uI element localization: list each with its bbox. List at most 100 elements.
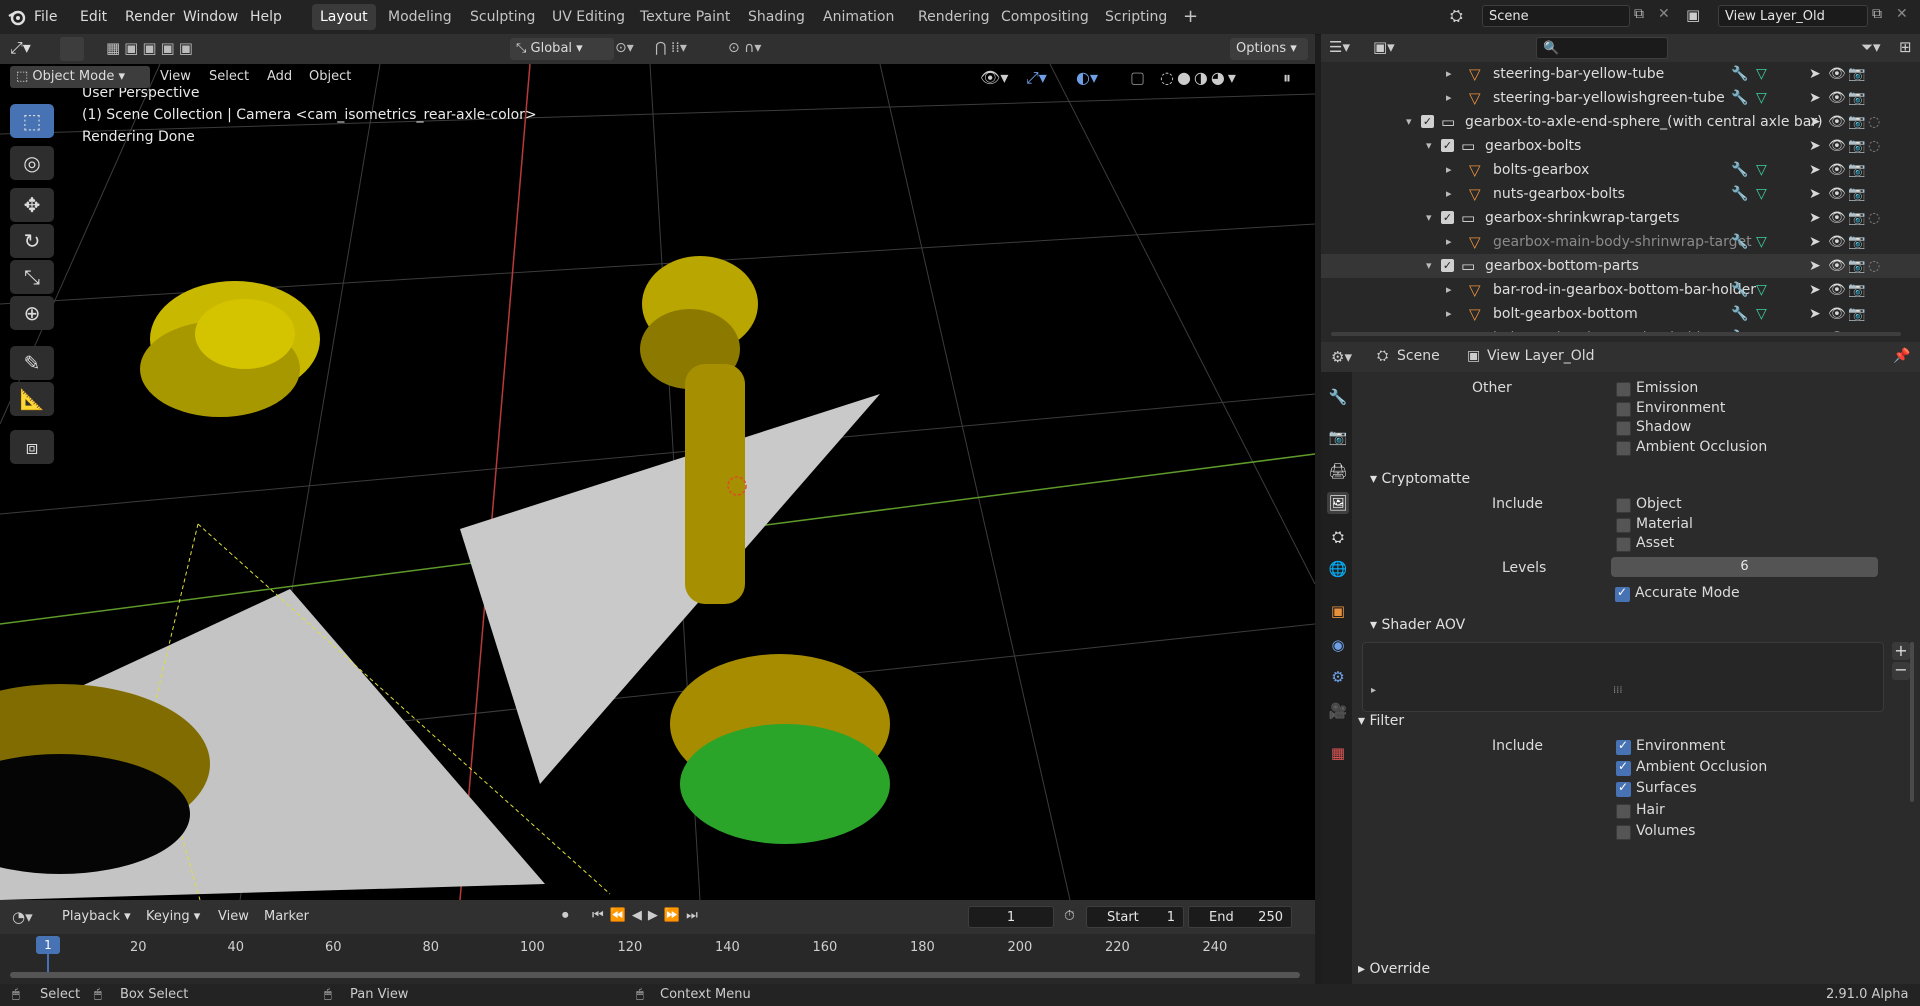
annotate-tool[interactable]: ✎ — [10, 346, 54, 380]
menu-edit[interactable]: Edit — [80, 0, 107, 34]
levels-slider[interactable]: 6 — [1611, 557, 1878, 577]
chevron-down-icon[interactable]: ▾ — [1426, 136, 1432, 156]
timeline-scrollbar[interactable] — [10, 972, 1300, 978]
snap-icon[interactable]: ⋂ ⁞⁞▾ — [655, 40, 687, 56]
other-checkbox[interactable]: Shadow — [1616, 419, 1836, 437]
outliner-row[interactable]: ▸ ▽ bolts-gearbox 🔧 ▽ ➤ 👁 📷 — [1321, 158, 1920, 182]
physics-tab-icon[interactable]: ◉ — [1327, 634, 1349, 656]
modifier-icon[interactable]: 🔧 — [1731, 62, 1748, 86]
outliner-scrollbar[interactable] — [1331, 332, 1901, 336]
tab-scripting[interactable]: Scripting — [1097, 4, 1175, 30]
options-dropdown[interactable]: Options ▾ — [1230, 38, 1308, 60]
tab-sculpting[interactable]: Sculpting — [462, 4, 543, 30]
expand-icon[interactable]: ▸ — [1371, 685, 1376, 696]
camera-render-icon[interactable]: 📷 — [1848, 182, 1865, 206]
holdout-icon[interactable]: ◌ — [1868, 110, 1880, 134]
chevron-right-icon[interactable]: ▸ — [1446, 232, 1452, 252]
holdout-icon[interactable]: ◌ — [1868, 134, 1880, 158]
playback-controls-icons[interactable]: ⏮⏪◀▶⏩⏭ — [592, 908, 704, 923]
chevron-right-icon[interactable]: ▸ — [1446, 88, 1452, 108]
exclude-checkbox[interactable]: ✓ — [1441, 139, 1454, 152]
chevron-right-icon[interactable]: ▸ — [1446, 280, 1452, 300]
eye-icon[interactable]: 👁 — [1828, 254, 1846, 278]
resize-handle-icon[interactable]: ⁞⁞⁞ — [1613, 685, 1623, 696]
selectable-icon[interactable]: ➤ — [1809, 278, 1821, 302]
object-tab-icon[interactable]: ▣ — [1327, 600, 1349, 622]
chevron-right-icon[interactable]: ▸ — [1446, 64, 1452, 84]
outliner-row[interactable]: ▾ ✓ ▭ gearbox-bolts ➤ 👁 📷 ◌ — [1321, 134, 1920, 158]
holdout-icon[interactable]: ◌ — [1868, 254, 1880, 278]
visibility-icon[interactable]: 👁▾ — [980, 68, 1008, 87]
mesh-data-icon[interactable]: ▽ — [1756, 86, 1767, 110]
selectable-icon[interactable]: ➤ — [1809, 302, 1821, 326]
view-layer-icon[interactable]: ▣ — [1686, 6, 1700, 24]
select-tool-icon[interactable] — [60, 37, 84, 61]
object-mode-dropdown[interactable]: ⬚ Object Mode ▾ — [10, 66, 150, 88]
mesh-data-icon[interactable]: ▽ — [1756, 158, 1767, 182]
eye-icon[interactable]: 👁 — [1828, 230, 1846, 254]
shader-aov-panel-header[interactable]: ▾ Shader AOV — [1352, 610, 1912, 640]
constraints-tab-icon[interactable]: ⚙ — [1327, 666, 1349, 688]
chevron-right-icon[interactable]: ▸ — [1446, 304, 1452, 324]
properties-scrollbar[interactable] — [1910, 642, 1914, 802]
properties-editor[interactable]: ⚙▾ ⛭ Scene ▣ View Layer_Old 📌 Other ▾ Cr… — [1321, 342, 1920, 984]
orientation-dropdown[interactable]: ⤡ Global ▾ — [510, 38, 614, 60]
pause-render-icon[interactable]: ⏸ — [1283, 68, 1291, 88]
move-tool[interactable]: ✥ — [10, 188, 54, 222]
exclude-checkbox[interactable]: ✓ — [1421, 115, 1434, 128]
crypto-checkbox[interactable]: Asset — [1616, 535, 1836, 553]
tab-animation[interactable]: Animation — [815, 4, 902, 30]
transform-tool[interactable]: ⊕ — [10, 296, 54, 330]
mesh-data-icon[interactable]: ▽ — [1756, 182, 1767, 206]
menu-playback[interactable]: Playback ▾ — [56, 906, 137, 928]
outliner-row[interactable]: ▸ ▽ bar-rod-in-gearbox-bottom-bar-holder 🔧 ▽… — [1321, 278, 1920, 302]
modifier-icon[interactable]: 🔧 — [1731, 230, 1748, 254]
crypto-checkbox[interactable]: Object — [1616, 496, 1836, 514]
add-cube-tool[interactable]: ⧈ — [10, 430, 54, 464]
chevron-right-icon[interactable]: ▸ — [1446, 184, 1452, 204]
outliner-row[interactable]: ▸ ▽ nuts-gearbox-bolts 🔧 ▽ ➤ 👁 📷 — [1321, 182, 1920, 206]
menu-file[interactable]: File — [34, 0, 57, 34]
accurate-mode-checkbox[interactable]: Accurate Mode — [1611, 584, 1811, 604]
outliner-editor-type-icon[interactable]: ☰▾ — [1329, 38, 1350, 56]
camera-render-icon[interactable]: 📷 — [1848, 110, 1865, 134]
current-frame-field[interactable]: 1 — [968, 906, 1054, 928]
shader-aov-list[interactable]: ▸ ⁞⁞⁞ — [1362, 642, 1884, 712]
copy-scene-icon[interactable]: ⧉ — [1634, 6, 1644, 22]
filter-checkbox[interactable]: Hair — [1616, 802, 1836, 820]
chevron-down-icon[interactable]: ▾ — [1426, 256, 1432, 276]
outliner-row[interactable]: ▾ ✓ ▭ gearbox-to-axle-end-sphere_(with cent… — [1321, 110, 1920, 134]
camera-render-icon[interactable]: 📷 — [1848, 134, 1865, 158]
xray-icon[interactable]: ▢ — [1130, 68, 1145, 87]
camera-render-icon[interactable]: 📷 — [1848, 86, 1865, 110]
add-aov-button[interactable]: + — [1892, 642, 1910, 660]
data-tab-icon[interactable]: 🎥 — [1327, 700, 1349, 722]
mesh-data-icon[interactable]: ▽ — [1756, 278, 1767, 302]
remove-aov-button[interactable]: − — [1892, 662, 1910, 680]
view-layer-field[interactable]: View Layer_Old — [1718, 5, 1868, 27]
select-mode-icons[interactable]: ▦▣▣▣▣ — [106, 39, 197, 57]
3d-viewport[interactable]: User Perspective (1) Scene Collection | … — [0, 64, 1315, 900]
eye-icon[interactable]: 👁 — [1828, 158, 1846, 182]
outliner-row[interactable]: ▸ ▽ gearbox-main-body-shrinwrap-target 🔧 ▽ ➤ 👁… — [1321, 230, 1920, 254]
chevron-right-icon[interactable]: ▸ — [1446, 160, 1452, 180]
playhead[interactable]: 1 — [36, 936, 60, 954]
selectable-icon[interactable]: ➤ — [1809, 230, 1821, 254]
scene-tab-icon[interactable]: ⛭ — [1327, 526, 1349, 548]
tab-rendering[interactable]: Rendering — [910, 4, 998, 30]
eye-icon[interactable]: 👁 — [1828, 62, 1846, 86]
modifier-icon[interactable]: 🔧 — [1731, 278, 1748, 302]
holdout-icon[interactable]: ◌ — [1868, 206, 1880, 230]
output-tab-icon[interactable]: 🖨 — [1327, 460, 1349, 482]
scene-icon[interactable]: ⛭ — [1450, 6, 1463, 26]
scene-field[interactable]: Scene — [1482, 5, 1630, 27]
other-checkbox[interactable]: Environment — [1616, 400, 1836, 418]
timeline-ruler[interactable]: 20 40 60 80 100 120 140 160 180 200 220 240 — [0, 934, 1315, 964]
rotate-tool[interactable]: ↻ — [10, 224, 54, 258]
selectable-icon[interactable]: ➤ — [1809, 110, 1821, 134]
outliner-search-input[interactable]: 🔍 — [1536, 37, 1668, 59]
camera-render-icon[interactable]: 📷 — [1848, 230, 1865, 254]
copy-view-layer-icon[interactable]: ⧉ — [1872, 6, 1882, 22]
menu-view[interactable]: View — [154, 66, 197, 88]
menu-object[interactable]: Object — [303, 66, 357, 88]
